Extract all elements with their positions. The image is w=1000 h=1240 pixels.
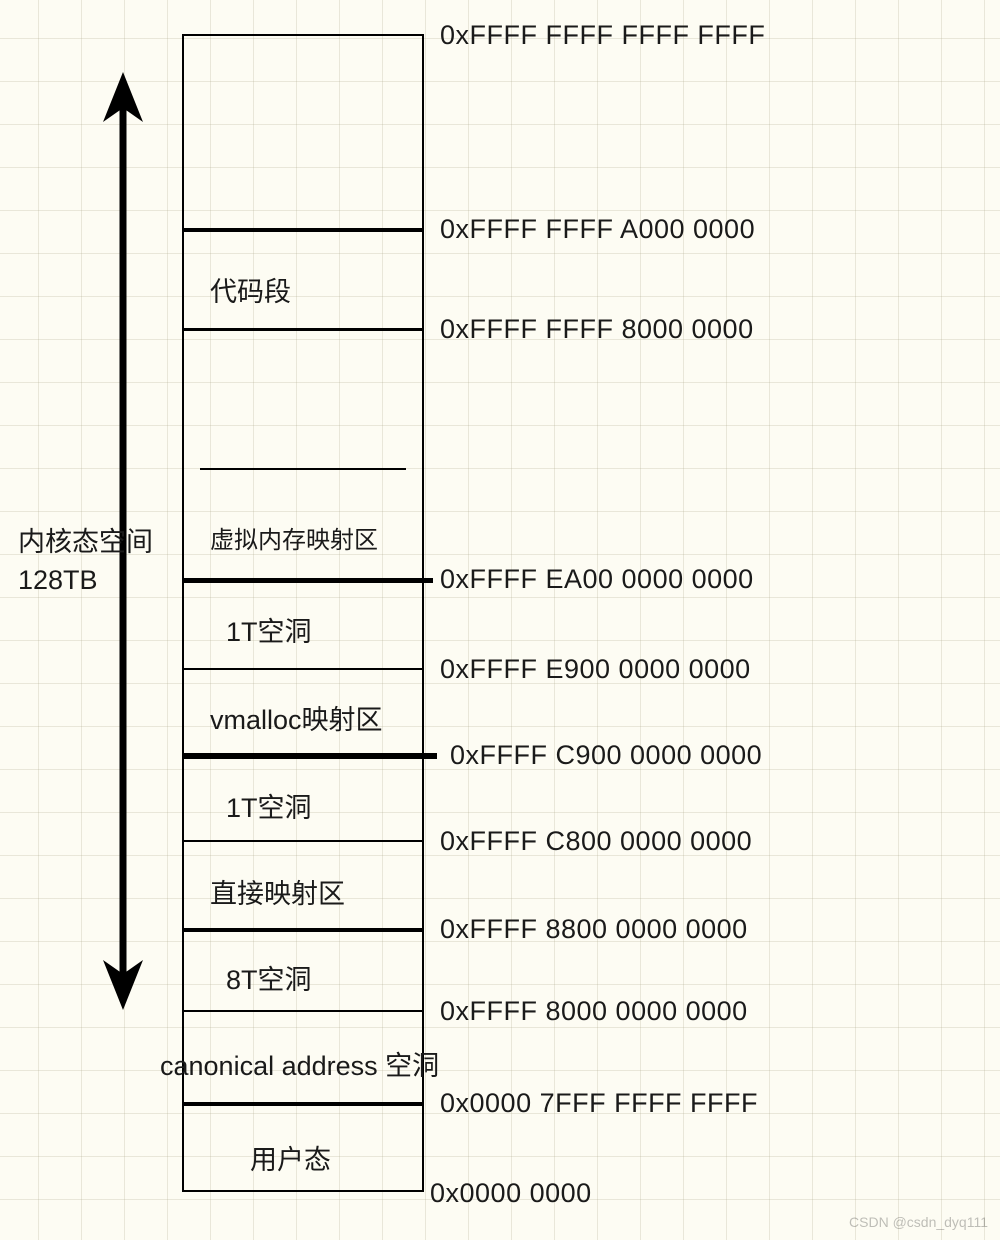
addr-ffff-8000: 0xFFFF 8000 0000 0000: [440, 996, 748, 1027]
divider-ea00: [183, 578, 433, 583]
divider-c800: [183, 840, 423, 842]
addr-ffff-c800: 0xFFFF C800 0000 0000: [440, 826, 752, 857]
region-1t-hole-a: 1T空洞: [226, 610, 312, 649]
watermark: CSDN @csdn_dyq111: [849, 1214, 988, 1230]
region-vmem-map: 虚拟内存映射区: [210, 520, 378, 555]
divider-8000: [183, 328, 423, 331]
divider-top: [183, 34, 423, 36]
region-code-segment: 代码段: [210, 270, 291, 309]
addr-ffff-ea00: 0xFFFF EA00 0000 0000: [440, 564, 754, 595]
divider-e900: [183, 668, 423, 670]
divider-inner-vmem-top: [200, 468, 406, 470]
addr-ffff-c900: 0xFFFF C900 0000 0000: [450, 740, 762, 771]
divider-8000k: [183, 1010, 423, 1012]
region-1t-hole-b: 1T空洞: [226, 786, 312, 825]
divider-8800: [183, 928, 423, 932]
divider-7fff: [183, 1102, 423, 1106]
addr-ffff-ffff-ffff-ffff: 0xFFFF FFFF FFFF FFFF: [440, 20, 765, 51]
kernel-space-range-arrow: [0, 0, 1000, 1240]
addr-0000-0000: 0x0000 0000: [430, 1178, 592, 1209]
kernel-space-label-line2: 128TB: [18, 565, 153, 596]
divider-c900: [183, 753, 437, 759]
kernel-space-label-line1: 内核态空间: [18, 520, 153, 559]
addr-ffff-ffff-8000-0000: 0xFFFF FFFF 8000 0000: [440, 314, 754, 345]
addr-0000-7fff: 0x0000 7FFF FFFF FFFF: [440, 1088, 758, 1119]
region-user-space: 用户态: [250, 1138, 331, 1177]
addr-ffff-e900: 0xFFFF E900 0000 0000: [440, 654, 751, 685]
region-direct-map: 直接映射区: [210, 872, 345, 911]
addr-ffff-8800: 0xFFFF 8800 0000 0000: [440, 914, 748, 945]
region-vmalloc: vmalloc映射区: [210, 698, 383, 737]
addr-ffff-ffff-a000-0000: 0xFFFF FFFF A000 0000: [440, 214, 755, 245]
divider-a000: [183, 228, 423, 232]
divider-bottom: [183, 1190, 423, 1192]
region-8t-hole: 8T空洞: [226, 958, 312, 997]
region-canonical-hole: canonical address 空洞: [160, 1044, 439, 1083]
kernel-space-label-block: 内核态空间 128TB: [18, 520, 153, 596]
